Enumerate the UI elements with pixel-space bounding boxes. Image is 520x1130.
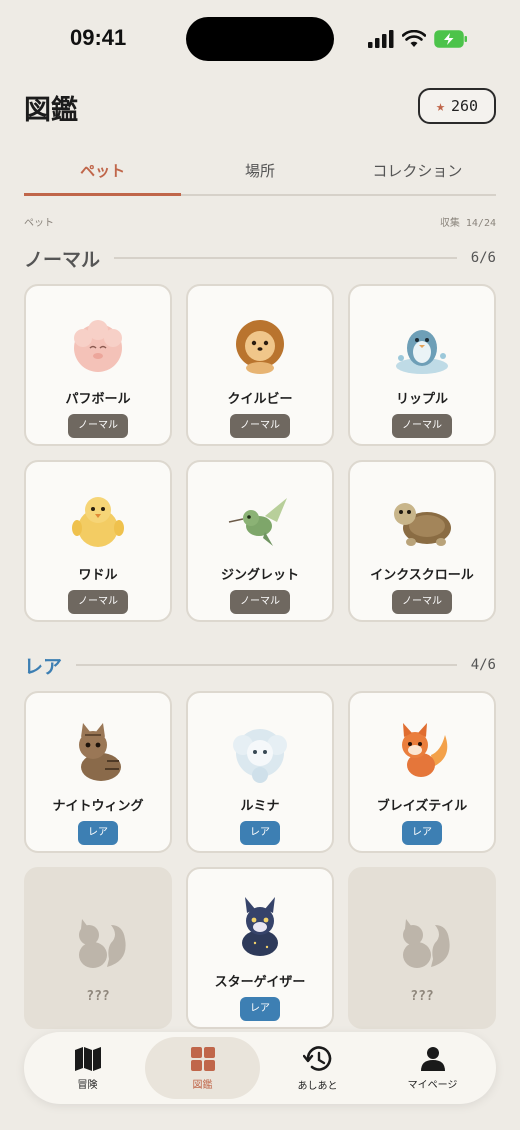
pet-name: ブレイズテイル (376, 799, 468, 814)
turtle-icon (394, 503, 451, 546)
rarity-badge: ノーマル (392, 414, 452, 438)
section-header-rare: レア 4/6 (24, 652, 496, 678)
pet-grid-normal: パフボール ノーマル クイルビー ノーマル リップル ノーマル ワドル ノーマル… (24, 284, 496, 622)
rarity-badge: レア (78, 821, 118, 845)
pet-card[interactable]: パフボール ノーマル (24, 284, 172, 446)
pet-name: スターゲイザー (214, 975, 306, 990)
status-icons (368, 28, 468, 50)
pet-name: リップル (395, 392, 448, 407)
rarity-badge: ノーマル (230, 414, 290, 438)
hummingbird-icon (228, 498, 287, 546)
nav-label: 図鑑 (192, 1079, 213, 1091)
blue-bird-splash-icon (396, 330, 448, 374)
section-divider (76, 664, 457, 666)
pet-card[interactable]: ナイトウィング レア (24, 691, 172, 853)
pet-name: インクスクロール (370, 568, 474, 583)
nav-encyclopedia[interactable]: 図鑑 (145, 1037, 260, 1099)
rarity-badge: ノーマル (230, 590, 290, 614)
star-wolf-icon (242, 897, 278, 956)
history-icon (302, 1045, 331, 1071)
pet-card[interactable]: スターゲイザー レア (186, 867, 334, 1029)
section-title: ノーマル (24, 248, 101, 271)
status-time: 09:41 (70, 25, 127, 50)
map-icon (74, 1046, 101, 1071)
pet-name: パフボール (65, 392, 131, 407)
squirrel-silhouette-icon (403, 919, 450, 968)
collection-progress: 収集 14/24 (439, 218, 496, 229)
pet-name: ジングレット (220, 568, 299, 583)
pet-grid-rare: ナイトウィング レア ルミナ レア ブレイズテイル レア ??? スターゲイザー… (24, 691, 496, 1029)
rarity-badge: レア (402, 821, 442, 845)
section-count: 6/6 (470, 250, 496, 266)
header: 図鑑 ★ 260 (24, 82, 496, 132)
person-icon (420, 1046, 445, 1071)
tab-pets[interactable]: ペット (24, 148, 182, 196)
locked-pet-name: ??? (86, 989, 110, 1004)
section-title: レア (24, 655, 63, 678)
nav-mypage[interactable]: マイページ (375, 1037, 490, 1099)
rarity-badge: ノーマル (392, 590, 452, 614)
fire-fox-icon (402, 723, 448, 777)
coin-count: 260 (450, 97, 479, 115)
rarity-badge: レア (240, 997, 280, 1021)
pet-card[interactable]: ワドル ノーマル (24, 460, 172, 622)
hedgehog-icon (236, 320, 284, 374)
pet-name: クイルビー (227, 392, 293, 407)
nav-label: マイページ (407, 1079, 458, 1091)
nav-label: あしあと (297, 1080, 338, 1092)
battery-icon (434, 30, 467, 48)
locked-pet-name: ??? (410, 989, 434, 1004)
dynamic-island (186, 17, 334, 61)
pet-name: ルミナ (240, 799, 280, 814)
star-icon: ★ (435, 97, 445, 115)
tab-places[interactable]: 場所 (181, 148, 338, 194)
bottom-nav: 冒険 図鑑 あしあと マイページ (24, 1032, 496, 1104)
grid-icon (190, 1046, 215, 1071)
locked-pet-card[interactable]: ??? (348, 867, 496, 1029)
pet-card[interactable]: ジングレット ノーマル (186, 460, 334, 622)
pet-card[interactable]: インクスクロール ノーマル (348, 460, 496, 622)
locked-pet-card[interactable]: ??? (24, 867, 172, 1029)
nav-label: 冒険 (77, 1079, 98, 1091)
pet-card[interactable]: クイルビー ノーマル (186, 284, 334, 446)
section-divider (114, 257, 457, 259)
pet-card[interactable]: ブレイズテイル レア (348, 691, 496, 853)
nav-adventure[interactable]: 冒険 (30, 1037, 145, 1099)
yellow-chick-icon (72, 497, 124, 547)
tab-collection[interactable]: コレクション (339, 148, 496, 194)
page-title: 図鑑 (24, 95, 78, 126)
category-label: ペット (24, 218, 54, 229)
wifi-icon (402, 30, 426, 47)
section-header-normal: ノーマル 6/6 (24, 245, 496, 271)
rarity-badge: レア (240, 821, 280, 845)
squirrel-silhouette-icon (79, 919, 126, 968)
tabby-cat-icon (79, 723, 121, 781)
pink-fluffball-icon (74, 320, 122, 372)
signal-icon (368, 30, 394, 48)
pet-name: ナイトウィング (52, 799, 144, 814)
pet-name: ワドル (78, 568, 118, 583)
rarity-badge: ノーマル (68, 414, 128, 438)
tab-bar: ペット 場所 コレクション (24, 148, 496, 196)
rarity-badge: ノーマル (68, 590, 128, 614)
nav-footprints[interactable]: あしあと (260, 1037, 375, 1099)
cloud-spirit-icon (233, 729, 287, 783)
pet-card[interactable]: ルミナ レア (186, 691, 334, 853)
pet-card[interactable]: リップル ノーマル (348, 284, 496, 446)
coin-badge[interactable]: ★ 260 (418, 88, 496, 124)
status-bar: 09:41 (0, 0, 520, 76)
section-count: 4/6 (470, 657, 496, 673)
